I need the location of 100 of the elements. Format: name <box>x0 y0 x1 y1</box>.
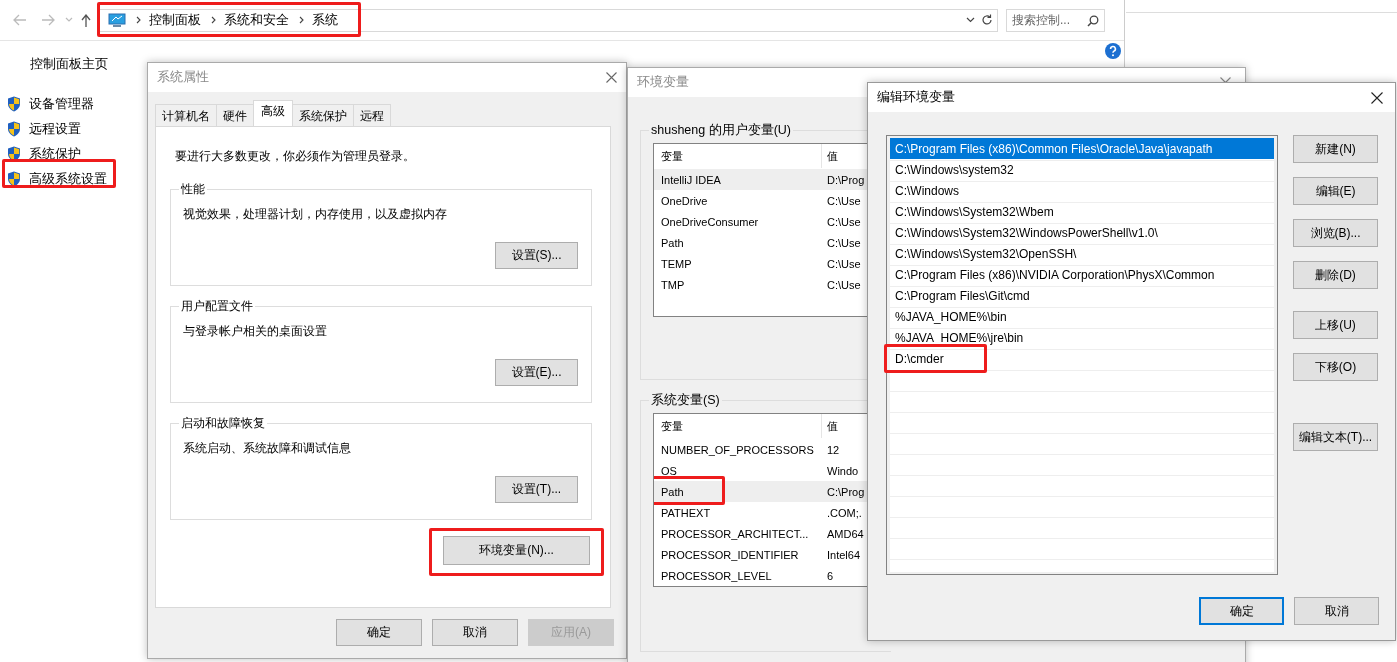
window-title: 环境变量 <box>637 74 689 91</box>
variable-name: PROCESSOR_LEVEL <box>660 569 773 582</box>
sidebar-link[interactable]: 控制面板主页 <box>30 56 108 73</box>
breadcrumb-item[interactable]: 系统 <box>312 11 338 29</box>
tab[interactable]: 计算机名 <box>155 104 217 126</box>
variable-value: Windo <box>826 464 859 477</box>
variable-value: AMD64 <box>826 527 864 540</box>
path-text: C:\Windows\system32 <box>895 162 1014 177</box>
variable-name: PROCESSOR_IDENTIFIER <box>660 548 800 561</box>
path-text: C:\Windows\System32\OpenSSH\ <box>895 246 1077 261</box>
settings-button[interactable]: 设置(E)... <box>495 359 578 386</box>
sidebar-link[interactable]: 远程设置 <box>7 120 81 138</box>
chevron-right-icon <box>211 16 216 24</box>
path-text: C:\Program Files (x86)\Common Files\Oracle\Java\javapath <box>895 141 1213 156</box>
settings-button[interactable]: 设置(T)... <box>495 476 578 503</box>
path-text: C:\Windows <box>895 183 959 198</box>
dialog-button[interactable]: 取消 <box>432 619 518 646</box>
path-text: %JAVA_HOME%\bin <box>895 309 1007 324</box>
variable-value: C:\Prog <box>826 485 865 498</box>
shield-icon <box>7 171 21 187</box>
computer-icon <box>108 12 126 28</box>
window-title: 编辑环境变量 <box>877 89 955 106</box>
dropdown-icon[interactable] <box>966 17 975 23</box>
variable-value: C:\Use <box>826 257 861 270</box>
column-header[interactable]: 变量 <box>654 414 822 438</box>
variable-name: TMP <box>660 278 686 291</box>
sidebar-link[interactable]: 高级系统设置 <box>7 170 107 188</box>
path-text: C:\Program Files\Git\cmd <box>895 288 1030 303</box>
variable-value: C:\Use <box>826 215 861 228</box>
variable-value: 6 <box>826 569 834 582</box>
tab[interactable]: 远程 <box>353 104 391 126</box>
window-title: 系统属性 <box>157 69 209 86</box>
column-header[interactable]: 变量 <box>654 144 822 168</box>
variable-name: Path <box>660 485 685 498</box>
variable-name: IntelliJ IDEA <box>660 173 722 186</box>
side-button[interactable]: 上移(U) <box>1293 311 1378 339</box>
group-description: 视觉效果，处理器计划，内存使用，以及虚拟内存 <box>183 206 448 223</box>
path-entry[interactable]: %JAVA_HOME%\bin <box>890 306 1274 327</box>
path-entry[interactable]: C:\Windows\System32\OpenSSH\ <box>890 243 1274 264</box>
variable-value: .COM;. <box>826 506 862 519</box>
search-icon <box>1087 14 1099 27</box>
chevron-right-icon <box>299 16 304 24</box>
path-entry[interactable]: D:\cmder <box>890 348 1274 369</box>
column-header[interactable]: 值 <box>822 414 838 438</box>
path-entry[interactable]: C:\Windows\System32\WindowsPowerShell\v1.0\ <box>890 222 1274 243</box>
group-title: 用户配置文件 <box>180 298 254 315</box>
breadcrumb-item[interactable]: 控制面板 <box>149 11 201 29</box>
variable-name: OneDrive <box>660 194 709 207</box>
variable-value: D:\Prog <box>826 173 865 186</box>
shield-icon <box>7 121 21 137</box>
variable-name: OS <box>660 464 678 477</box>
path-entry[interactable]: C:\Program Files (x86)\Common Files\Oracle\Java\javapath <box>890 138 1274 159</box>
close-icon[interactable] <box>1371 91 1383 104</box>
variable-name: PROCESSOR_ARCHITECT... <box>660 527 810 540</box>
environment-variables-button[interactable]: 环境变量(N)... <box>443 536 590 565</box>
variable-name: OneDriveConsumer <box>660 215 760 228</box>
path-text: C:\Windows\System32\WindowsPowerShell\v1.0\ <box>895 225 1158 240</box>
help-icon[interactable] <box>1105 43 1121 59</box>
chevron-right-icon <box>136 16 141 24</box>
search-field[interactable]: 搜索控制... <box>1006 8 1105 32</box>
settings-button[interactable]: 设置(S)... <box>495 242 578 269</box>
refresh-icon[interactable] <box>981 14 993 26</box>
variable-name: TEMP <box>660 257 693 270</box>
dialog-button[interactable]: 取消 <box>1294 597 1379 625</box>
side-button[interactable]: 删除(D) <box>1293 261 1378 289</box>
variable-value: C:\Use <box>826 236 861 249</box>
path-entry[interactable]: C:\Windows\system32 <box>890 159 1274 180</box>
dialog-button[interactable]: 确定 <box>336 619 422 646</box>
path-entry[interactable]: C:\Program Files (x86)\NVIDIA Corporation\PhysX\Common <box>890 264 1274 285</box>
path-entry[interactable]: %JAVA_HOME%\jre\bin <box>890 327 1274 348</box>
shield-icon <box>7 146 21 162</box>
variable-name: NUMBER_OF_PROCESSORS <box>660 443 815 456</box>
side-button[interactable]: 编辑文本(T)... <box>1293 423 1378 451</box>
path-text: C:\Program Files (x86)\NVIDIA Corporation\PhysX\Common <box>895 267 1215 282</box>
shield-icon <box>7 96 21 112</box>
tab[interactable]: 高级 <box>253 100 293 126</box>
group-title: 系统变量(S) <box>650 392 721 409</box>
breadcrumb-item[interactable]: 系统和安全 <box>224 11 289 29</box>
side-button[interactable]: 浏览(B)... <box>1293 219 1378 247</box>
path-entry[interactable]: C:\Program Files\Git\cmd <box>890 285 1274 306</box>
group-description: 与登录帐户相关的桌面设置 <box>183 323 328 340</box>
variable-value: C:\Use <box>826 278 861 291</box>
dialog-button[interactable]: 确定 <box>1199 597 1284 625</box>
variable-value: Intel64 <box>826 548 861 561</box>
up-arrow-icon[interactable] <box>81 13 91 27</box>
sidebar-link[interactable]: 设备管理器 <box>7 95 94 113</box>
group-title: 性能 <box>180 181 206 198</box>
group-description: 系统启动、系统故障和调试信息 <box>183 440 352 457</box>
side-button[interactable]: 编辑(E) <box>1293 177 1378 205</box>
variable-value: C:\Use <box>826 194 861 207</box>
group-title: 启动和故障恢复 <box>180 415 266 432</box>
path-text: C:\Windows\System32\Wbem <box>895 204 1054 219</box>
path-entry[interactable]: C:\Windows\System32\Wbem <box>890 201 1274 222</box>
group-title: shusheng 的用户变量(U) <box>650 122 793 139</box>
variable-value: 12 <box>826 443 840 456</box>
side-button[interactable]: 新建(N) <box>1293 135 1378 163</box>
side-button[interactable]: 下移(O) <box>1293 353 1378 381</box>
path-entry[interactable]: C:\Windows <box>890 180 1274 201</box>
address-bar[interactable]: 控制面板 系统和安全 系统 <box>99 8 998 32</box>
column-header[interactable]: 值 <box>822 144 838 168</box>
